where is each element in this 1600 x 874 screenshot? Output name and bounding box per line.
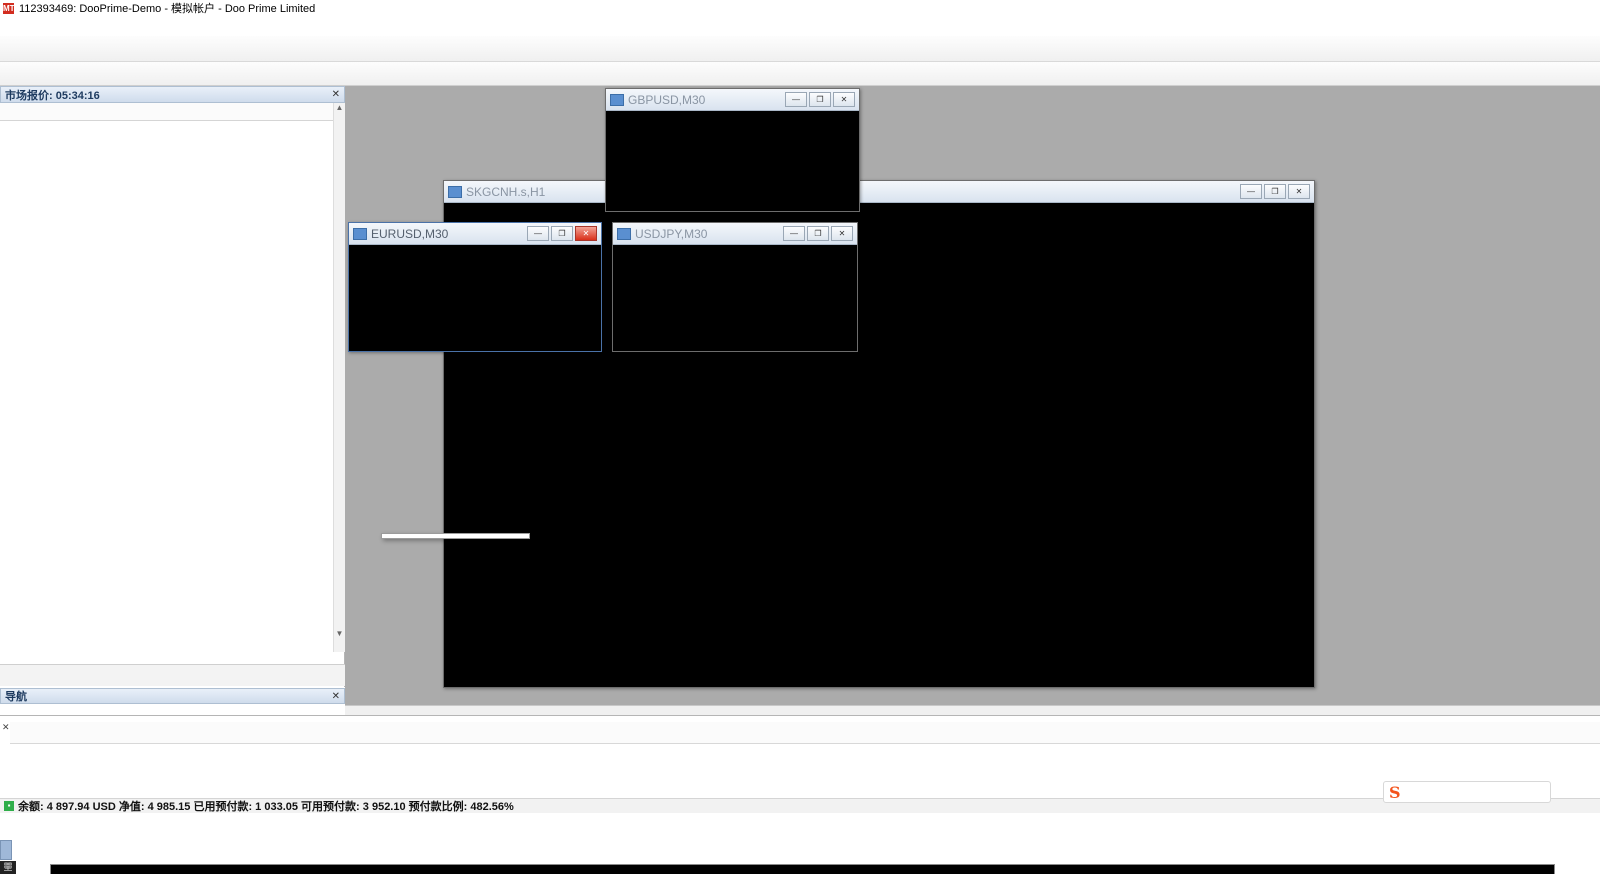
- close-icon[interactable]: ✕: [831, 226, 853, 241]
- market-watch-scrollbar[interactable]: ▲ ▼: [333, 103, 345, 652]
- menubar: [0, 16, 1600, 36]
- scroll-down-icon[interactable]: ▼: [334, 629, 345, 638]
- scroll-up-icon[interactable]: ▲: [334, 103, 345, 112]
- chart-window-title: GBPUSD,M30: [628, 93, 705, 107]
- market-watch-tabs: [0, 664, 345, 686]
- close-icon[interactable]: ✕: [332, 691, 340, 702]
- chart-icon: [617, 228, 631, 240]
- background-window-strip: [50, 864, 1555, 874]
- chart-workspace: SKGCNH.s,H1 — ❐ ✕ GBPUSD,M30 — ❐ ✕ EURUS…: [345, 86, 1600, 705]
- restore-icon[interactable]: ❐: [1264, 184, 1286, 199]
- drawing-toolbar: [0, 62, 1600, 86]
- window-titlebar: MT 112393469: DooPrime-Demo - 模拟帐户 - Doo…: [0, 0, 1600, 16]
- sogou-logo-icon[interactable]: S: [1389, 783, 1401, 802]
- terminal-column-headers[interactable]: [10, 722, 1600, 744]
- input-method-toolbar[interactable]: S: [1383, 781, 1551, 803]
- navigator-panel: 导航 ✕: [0, 688, 345, 715]
- close-icon[interactable]: ✕: [833, 92, 855, 107]
- navigator-title: 导航: [5, 688, 27, 704]
- chart-window-titlebar[interactable]: SKGCNH.s,H1 — ❐ ✕: [444, 181, 1314, 203]
- taskbar-glyph: 壨: [0, 861, 16, 874]
- chart-icon: [353, 228, 367, 240]
- restore-icon[interactable]: ❐: [551, 226, 573, 241]
- terminal-context-menu: [381, 533, 530, 539]
- chart-window-title: EURUSD,M30: [371, 227, 448, 241]
- chart-window-titlebar[interactable]: USDJPY,M30 — ❐ ✕: [613, 223, 857, 245]
- account-summary: 余额: 4 897.94 USD 净值: 4 985.15 已用预付款: 1 0…: [18, 798, 514, 814]
- chart-window-gbpusd[interactable]: GBPUSD,M30 — ❐ ✕: [605, 88, 860, 212]
- mini-chart-canvas[interactable]: [613, 245, 857, 351]
- window-fragment: [0, 840, 12, 860]
- terminal-panel: ✕ ▪ 余额: 4 897.94 USD 净值: 4 985.15 已用预付款:…: [0, 715, 1600, 812]
- market-watch-title: 市场报价: 05:34:16: [5, 87, 100, 103]
- chart-icon: [610, 94, 624, 106]
- minimize-icon[interactable]: —: [1240, 184, 1262, 199]
- restore-icon[interactable]: ❐: [807, 226, 829, 241]
- restore-icon[interactable]: ❐: [809, 92, 831, 107]
- close-icon[interactable]: ✕: [2, 722, 10, 733]
- chart-window-usdjpy[interactable]: USDJPY,M30 — ❐ ✕: [612, 222, 858, 352]
- minimize-icon[interactable]: —: [785, 92, 807, 107]
- status-icon: ▪: [4, 801, 14, 811]
- chart-window-titlebar[interactable]: GBPUSD,M30 — ❐ ✕: [606, 89, 859, 111]
- chart-window-title: USDJPY,M30: [635, 227, 707, 241]
- market-watch-rows: [0, 121, 333, 652]
- close-icon[interactable]: ✕: [575, 226, 597, 241]
- mini-chart-canvas[interactable]: [349, 245, 601, 351]
- mini-chart-canvas[interactable]: [606, 111, 859, 211]
- close-icon[interactable]: ✕: [1288, 184, 1310, 199]
- market-watch-panel: 市场报价: 05:34:16 ✕ ▲ ▼: [0, 86, 345, 687]
- minimize-icon[interactable]: —: [783, 226, 805, 241]
- account-status-bar: ▪ 余额: 4 897.94 USD 净值: 4 985.15 已用预付款: 1…: [0, 798, 1600, 813]
- navigator-tabs: [0, 705, 345, 715]
- standard-toolbar: [0, 36, 1600, 62]
- market-watch-header: 市场报价: 05:34:16 ✕: [0, 86, 345, 103]
- window-title: 112393469: DooPrime-Demo - 模拟帐户 - Doo Pr…: [19, 0, 315, 16]
- navigator-header: 导航 ✕: [0, 688, 345, 704]
- market-watch-column-headers[interactable]: [0, 103, 333, 121]
- app-icon: MT: [3, 3, 14, 14]
- chart-window-titlebar[interactable]: EURUSD,M30 — ❐ ✕: [349, 223, 601, 245]
- minimize-icon[interactable]: —: [527, 226, 549, 241]
- chart-window-title: SKGCNH.s,H1: [466, 185, 545, 199]
- close-icon[interactable]: ✕: [332, 89, 340, 100]
- chart-icon: [448, 186, 462, 198]
- chart-window-eurusd[interactable]: EURUSD,M30 — ❐ ✕: [348, 222, 602, 352]
